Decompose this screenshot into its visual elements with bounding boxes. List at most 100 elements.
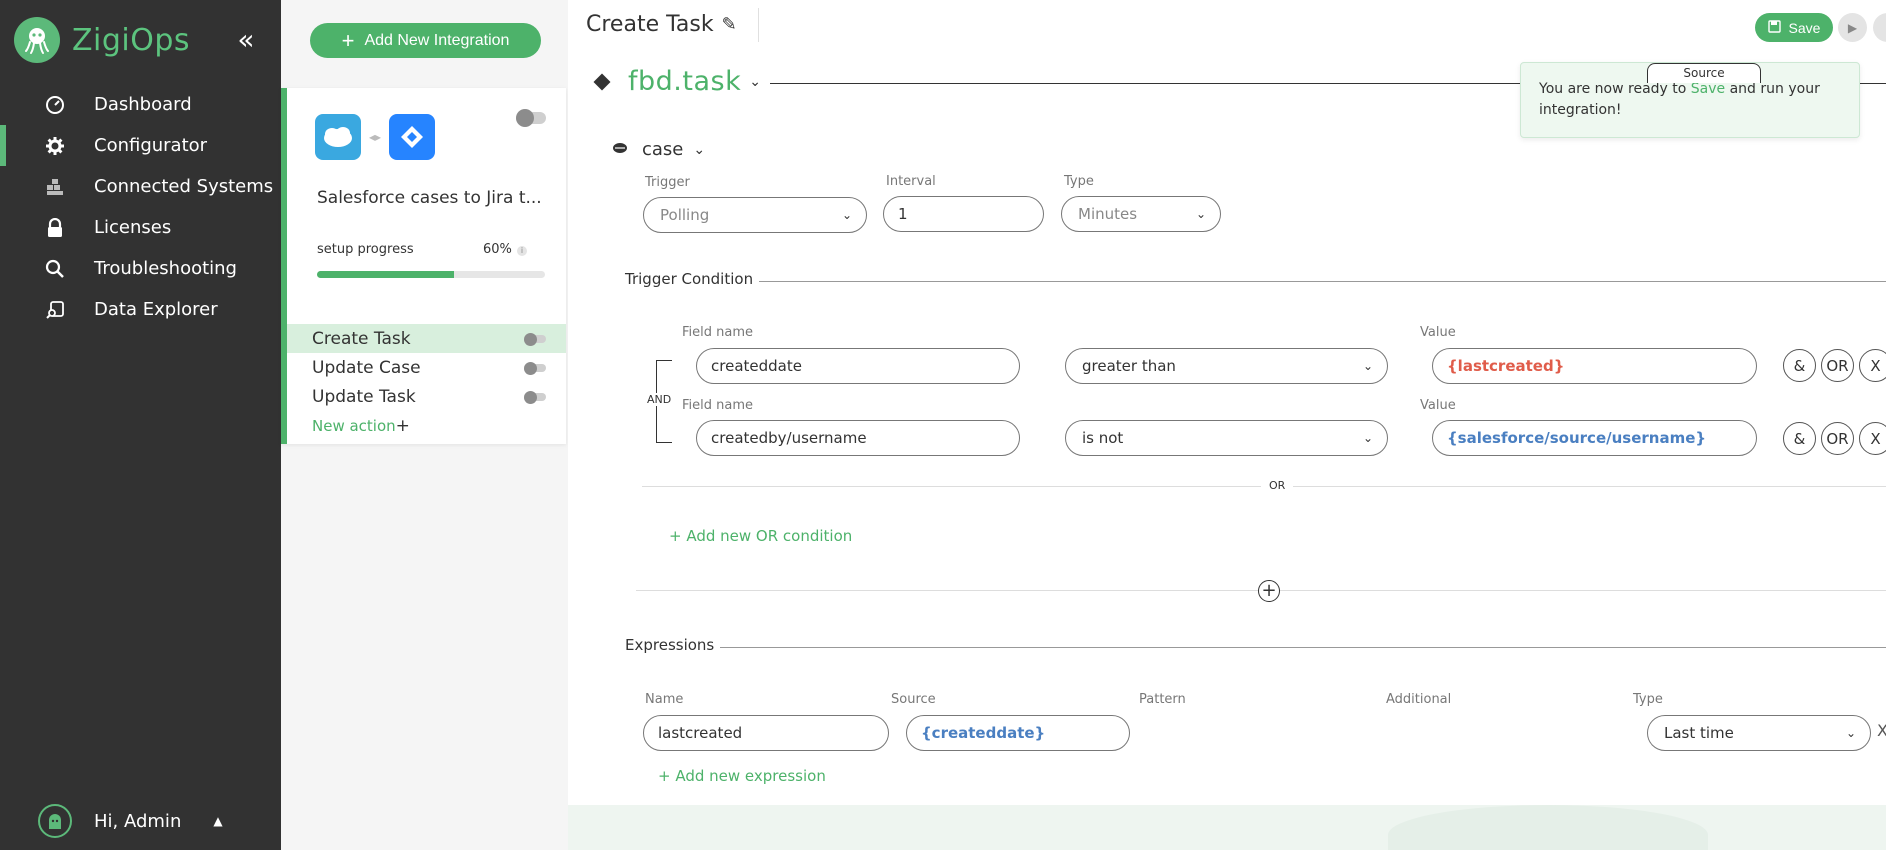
expression-source-input[interactable]: {createddate} [906,715,1130,751]
integration-title: Salesforce cases to Jira t... [317,188,542,208]
value-label: Value [1420,398,1456,413]
data-explorer-icon [44,299,66,321]
condition-operator-select[interactable]: is not ⌄ [1065,420,1388,456]
action-label: Create Task [312,328,411,349]
octopus-logo-icon [14,17,60,63]
user-menu[interactable]: Hi, Admin ▲ [38,804,223,838]
expression-type-select[interactable]: Last time ⌄ [1647,715,1871,751]
setup-progress-bar [317,271,545,278]
condition-operator-value: is not [1082,429,1124,447]
save-disk-icon [1767,19,1781,36]
interval-input[interactable]: 1 [883,196,1044,232]
app-logo[interactable]: ZigiOps [14,17,190,63]
add-or-condition-button[interactable]: OR [1821,422,1854,455]
trigger-condition-divider [628,281,1886,282]
condition-field-value: createddate [711,357,802,375]
expression-name-input[interactable]: lastcreated [643,715,889,751]
action-list: Create Task Update Case Update Task New … [287,324,566,440]
action-item-create-task[interactable]: Create Task [287,324,566,353]
action-toggle[interactable] [524,332,546,346]
condition-field-input[interactable]: createdby/username [696,420,1020,456]
field-name-label: Field name [682,325,754,340]
trigger-condition-title: Trigger Condition [625,270,760,288]
add-or-condition-button[interactable]: OR [1821,349,1854,382]
collapse-sidebar-button[interactable]: « [232,22,260,56]
add-and-condition-button[interactable]: & [1783,422,1816,455]
entity-header[interactable]: case ⌄ [612,139,705,160]
sidebar-item-licenses[interactable]: Licenses [0,207,281,248]
task-name: fbd.task [628,66,742,97]
and-label: AND [644,393,675,406]
integration-card[interactable]: ◂▸ Salesforce cases to Jira t... setup p… [281,88,566,444]
condition-value-input[interactable]: {salesforce/source/username} [1432,420,1757,456]
sidebar-item-dashboard[interactable]: Dashboard [0,84,281,125]
condition-value: {salesforce/source/username} [1447,429,1707,447]
info-icon[interactable]: i [517,246,527,256]
remove-condition-button[interactable]: X [1859,349,1886,382]
sidebar-nav: Dashboard Configurator Connected Systems… [0,84,281,330]
condition-field-input[interactable]: createddate [696,348,1020,384]
condition-field-value: createdby/username [711,429,867,447]
source-tab[interactable]: Source [1647,63,1761,83]
setup-progress-percent: 60% [483,242,512,257]
action-item-update-task[interactable]: Update Task [287,382,566,411]
add-expression-link[interactable]: + Add new expression [658,767,826,785]
interval-label: Interval [886,174,936,189]
chevron-down-icon: ⌄ [749,73,761,90]
sidebar-item-label: Connected Systems [94,176,274,197]
main-content: Create Task ✎ Save ▶ fbd.task ⌄ You are … [568,0,1886,850]
more-button[interactable] [1873,13,1886,42]
expression-name-label: Name [645,692,684,707]
save-label: Save [1788,19,1821,36]
interval-type-select[interactable]: Minutes ⌄ [1061,196,1221,232]
field-name-label: Field name [682,398,754,413]
action-toggle[interactable] [524,361,546,375]
condition-value-input[interactable]: {lastcreated} [1432,348,1757,384]
add-and-condition-button[interactable]: & [1783,349,1816,382]
sidebar-item-configurator[interactable]: Configurator [0,125,281,166]
new-action-button[interactable]: New action + [287,411,566,440]
task-header[interactable]: fbd.task ⌄ [593,66,761,97]
interval-value: 1 [898,205,908,223]
double-chevron-left-icon: « [237,22,255,56]
action-toggle[interactable] [524,390,546,404]
or-label: OR [1261,479,1294,492]
condition-value: {lastcreated} [1447,357,1565,375]
sidebar-item-troubleshooting[interactable]: Troubleshooting [0,248,281,289]
entity-label: case [642,139,684,160]
add-integration-label: Add New Integration [364,31,510,49]
expressions-divider [628,647,1886,648]
expression-source-value: {createddate} [921,724,1046,742]
chevron-down-icon: ⌄ [1362,431,1373,445]
condition-operator-select[interactable]: greater than ⌄ [1065,348,1388,384]
expression-pattern-label: Pattern [1139,692,1186,707]
integration-enable-toggle[interactable] [516,109,546,127]
expressions-title: Expressions [625,636,721,654]
remove-condition-button[interactable]: X [1859,422,1886,455]
setup-progress-label: setup progress [317,242,414,257]
setup-progress-fill [317,271,454,278]
page-title-text: Create Task [586,12,714,37]
avatar [38,804,72,838]
sidebar-item-data-explorer[interactable]: Data Explorer [0,289,281,330]
diamond-icon [593,73,611,90]
save-button[interactable]: Save [1755,13,1833,42]
plus-icon: + [341,27,355,53]
chevron-down-icon: ⌄ [1845,726,1856,740]
add-block-button[interactable]: + [1258,580,1280,602]
sync-arrows-icon: ◂▸ [369,130,382,144]
run-button[interactable]: ▶ [1838,13,1867,42]
main-sidebar: ZigiOps « Dashboard Configurator Connect… [0,0,281,850]
pencil-icon[interactable]: ✎ [722,14,737,35]
gauge-icon [44,94,66,116]
action-item-update-case[interactable]: Update Case [287,353,566,382]
plus-circle-icon: + [1261,580,1277,601]
integration-panel: + Add New Integration ◂▸ Salesforce case… [281,0,568,850]
sidebar-item-connected-systems[interactable]: Connected Systems [0,166,281,207]
trigger-select[interactable]: Polling ⌄ [643,197,867,233]
remove-expression-button[interactable]: X [1877,721,1886,740]
add-or-condition-link[interactable]: + Add new OR condition [669,527,852,545]
add-new-integration-button[interactable]: + Add New Integration [310,23,541,58]
tooltip-save-link[interactable]: Save [1691,81,1725,97]
footer-decoration [568,805,1886,850]
